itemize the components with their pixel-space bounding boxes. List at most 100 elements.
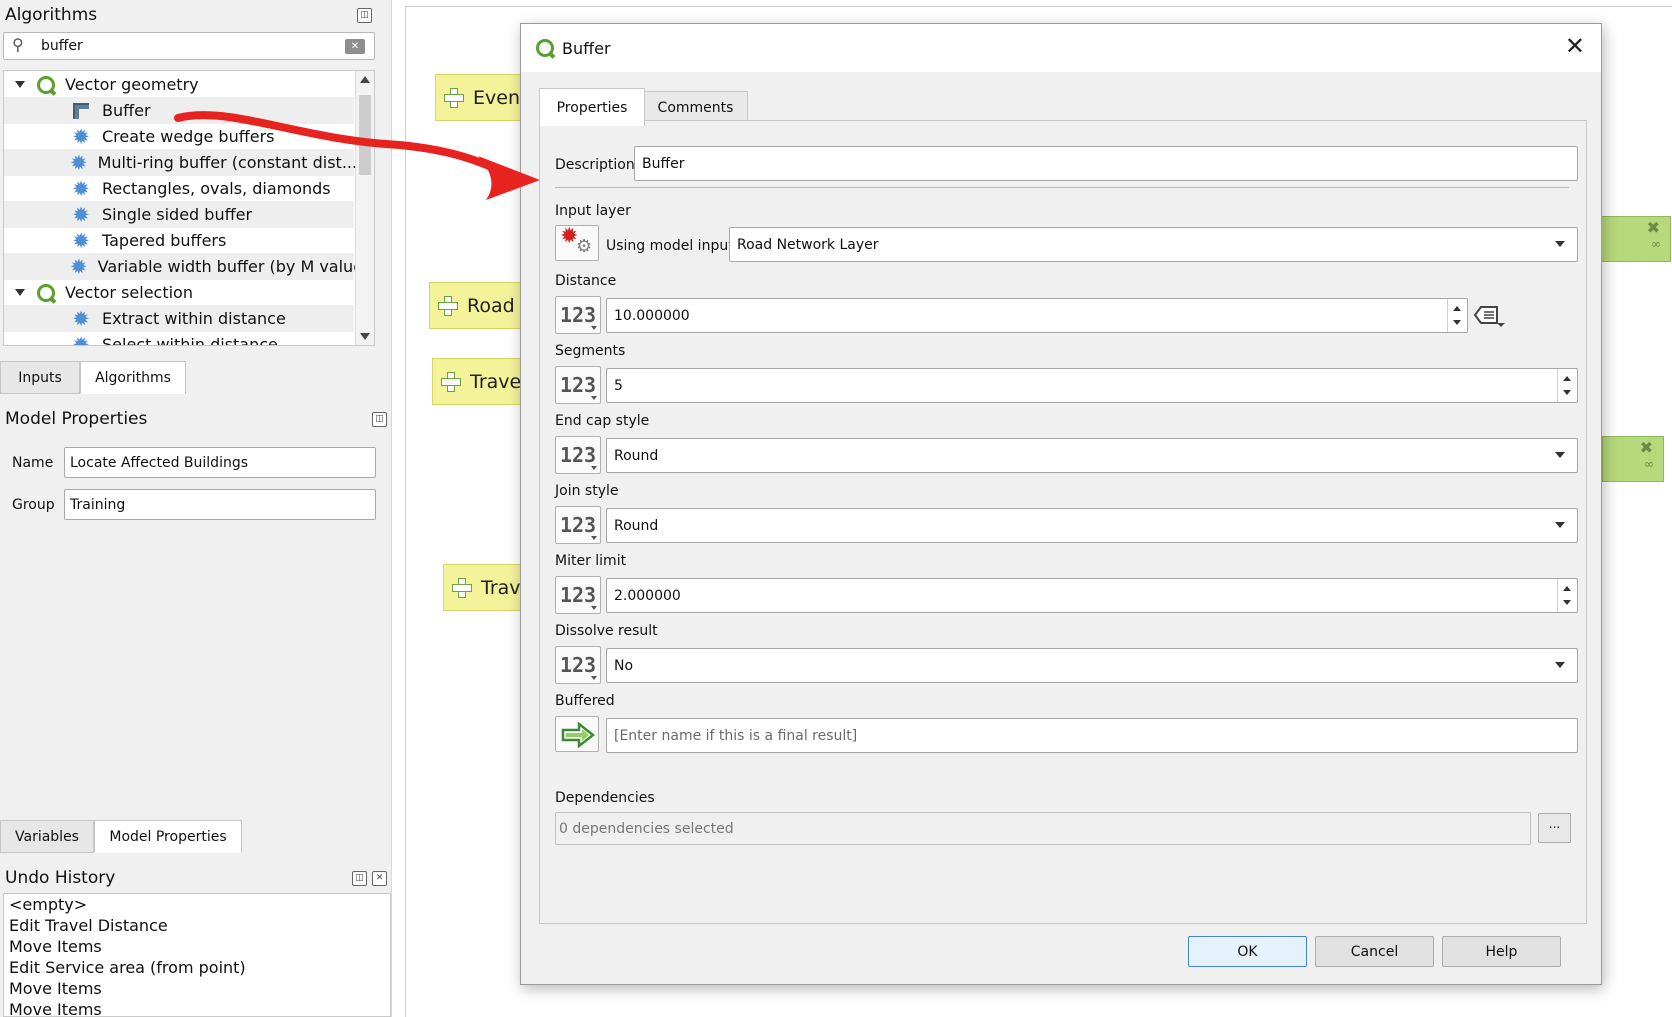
unit-selector-icon[interactable] [1471, 301, 1505, 329]
undo-item[interactable]: <empty> [4, 894, 390, 915]
expand-caret-icon[interactable] [15, 289, 25, 296]
buffered-label: Buffered [555, 693, 615, 709]
qgis-logo-icon [536, 39, 554, 57]
miter-limit-value: 2.000000 [614, 587, 681, 604]
tree-item-tapered-buffers[interactable]: ✹ Tapered buffers [4, 227, 354, 254]
join-style-combo[interactable]: Round [606, 508, 1578, 543]
undo-item[interactable]: Move Items [4, 978, 390, 999]
help-button[interactable]: Help [1442, 936, 1561, 967]
undo-history-title: Undo History [5, 868, 116, 888]
dialog-title: Buffer [562, 38, 611, 58]
tab-properties[interactable]: Properties [539, 88, 645, 126]
tree-item-variable-width-buffer[interactable]: ✹ Variable width buffer (by M value) [4, 253, 369, 280]
chevron-down-icon [1555, 241, 1565, 247]
undo-item[interactable]: Move Items [4, 936, 390, 957]
undo-item[interactable]: Move Items [4, 999, 390, 1016]
value-source-button[interactable]: 123 [555, 576, 601, 614]
value-source-button[interactable]: 123 [555, 296, 601, 334]
tree-item-rectangles-ovals-diamonds[interactable]: ✹ Rectangles, ovals, diamonds [4, 175, 354, 202]
canvas-algorithm-node[interactable]: ✖ ∞ [1601, 216, 1671, 262]
left-dock: Algorithms ◫ ⚲ buffer ✕ Vector geometry … [0, 0, 392, 1017]
description-label: Description [555, 157, 635, 173]
tree-item-multi-ring-buffer[interactable]: ✹ Multi-ring buffer (constant dist... [4, 149, 357, 176]
distance-label: Distance [555, 273, 617, 289]
cancel-button[interactable]: Cancel [1315, 936, 1434, 967]
spin-buttons[interactable] [1557, 369, 1577, 402]
remove-node-icon[interactable]: ✖ [1640, 438, 1653, 457]
tab-algorithms[interactable]: Algorithms [80, 361, 186, 394]
gear-icon: ✹ [72, 306, 90, 331]
tree-group-vector-geometry[interactable]: Vector geometry [4, 71, 354, 98]
tab-model-properties[interactable]: Model Properties [94, 820, 242, 853]
algorithm-tree: Vector geometry Buffer ✹ Create wedge bu… [3, 70, 375, 346]
ok-button[interactable]: OK [1188, 936, 1307, 967]
input-plus-icon [438, 295, 458, 316]
dependencies-browse-button[interactable]: ... [1538, 813, 1571, 843]
scroll-down-icon[interactable] [360, 333, 370, 340]
node-options-icon[interactable]: ∞ [1651, 237, 1661, 251]
tree-item-select-within-distance[interactable]: ✹ Select within distance [4, 331, 354, 346]
input-plus-icon [441, 371, 461, 392]
tree-scrollbar[interactable] [355, 71, 374, 345]
scrollbar-thumb[interactable] [359, 95, 371, 175]
close-panel-icon[interactable]: ✕ [372, 871, 387, 886]
input-layer-source-label: Using model input [606, 238, 734, 254]
output-source-button[interactable] [555, 716, 599, 752]
tab-variables[interactable]: Variables [0, 820, 94, 853]
dissolve-value: No [614, 657, 634, 674]
undo-history-list: <empty> Edit Travel Distance Move Items … [3, 893, 391, 1017]
segments-label: Segments [555, 343, 626, 359]
tree-item-create-wedge-buffers[interactable]: ✹ Create wedge buffers [4, 123, 354, 150]
segments-spinbox[interactable]: 5 [606, 368, 1578, 403]
clear-search-icon[interactable]: ✕ [345, 39, 365, 54]
node-options-icon[interactable]: ∞ [1644, 457, 1654, 471]
float-panel-icon[interactable]: ◫ [372, 412, 387, 427]
buffered-output-field[interactable]: [Enter name if this is a final result] [606, 718, 1578, 753]
undo-item[interactable]: Edit Service area (from point) [4, 957, 390, 978]
tree-item-label: Rectangles, ovals, diamonds [102, 179, 331, 198]
value-source-button[interactable]: 123 [555, 646, 601, 684]
model-group-field[interactable]: Training [64, 489, 376, 520]
model-input-source-button[interactable]: ✹ ⚙ [555, 224, 599, 261]
value-source-button[interactable]: 123 [555, 436, 601, 474]
dependencies-field[interactable]: 0 dependencies selected [555, 812, 1531, 845]
tree-item-single-sided-buffer[interactable]: ✹ Single sided buffer [4, 201, 354, 228]
canvas-algorithm-node[interactable]: ✖ ∞ [1602, 436, 1664, 482]
miter-limit-spinbox[interactable]: 2.000000 [606, 578, 1578, 613]
chevron-down-icon [1555, 662, 1565, 668]
tree-item-buffer[interactable]: Buffer [4, 97, 354, 124]
qgis-logo-icon [37, 75, 55, 94]
model-name-field[interactable]: Locate Affected Buildings [64, 447, 376, 478]
dissolve-combo[interactable]: No [606, 648, 1578, 683]
input-layer-combo[interactable]: Road Network Layer [729, 227, 1578, 262]
algorithm-search-box[interactable]: ⚲ buffer ✕ [3, 32, 375, 60]
tab-inputs[interactable]: Inputs [0, 361, 80, 394]
distance-spinbox[interactable]: 10.000000 [606, 298, 1468, 333]
remove-node-icon[interactable]: ✖ [1647, 218, 1660, 237]
tree-group-vector-selection[interactable]: Vector selection [4, 279, 354, 306]
input-layer-value: Road Network Layer [737, 236, 879, 253]
value-source-button[interactable]: 123 [555, 366, 601, 404]
spin-buttons[interactable] [1557, 579, 1577, 612]
scroll-up-icon[interactable] [360, 76, 370, 83]
spin-buttons[interactable] [1447, 299, 1467, 332]
value-source-button[interactable]: 123 [555, 506, 601, 544]
tree-group-label: Vector geometry [65, 75, 199, 94]
description-field[interactable]: Buffer [634, 146, 1578, 181]
tree-item-label: Extract within distance [102, 309, 286, 328]
gear-icon: ⚙ [576, 236, 593, 257]
undo-item[interactable]: Edit Travel Distance [4, 915, 390, 936]
tree-item-label: Single sided buffer [102, 205, 253, 224]
input-plus-icon [444, 87, 464, 108]
end-cap-combo[interactable]: Round [606, 438, 1578, 473]
close-icon[interactable]: ✕ [1565, 34, 1585, 58]
search-input[interactable]: buffer [41, 38, 83, 54]
gear-icon: ✹ [70, 150, 88, 175]
tree-item-extract-within-distance[interactable]: ✹ Extract within distance [4, 305, 354, 332]
tree-item-label: Variable width buffer (by M value) [97, 257, 370, 276]
gear-icon: ✹ [72, 124, 90, 149]
expand-caret-icon[interactable] [15, 81, 25, 88]
float-panel-icon[interactable]: ◫ [352, 871, 367, 886]
float-panel-icon[interactable]: ◫ [357, 8, 372, 23]
chevron-down-icon [1555, 522, 1565, 528]
